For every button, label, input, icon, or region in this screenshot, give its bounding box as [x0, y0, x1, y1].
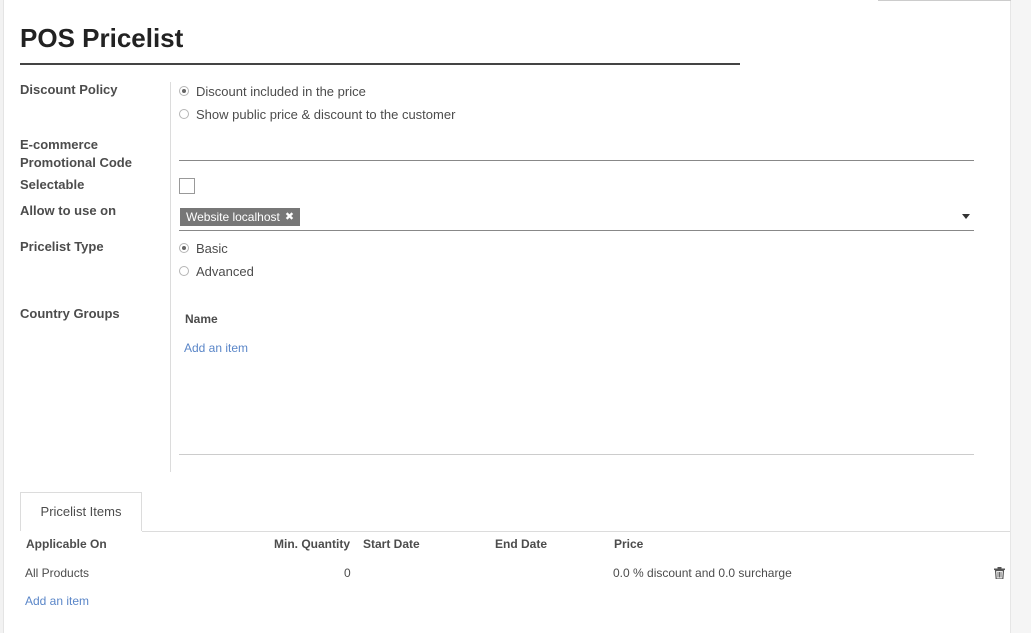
country-groups-name-header[interactable]: Name — [185, 312, 218, 326]
radio-selected-icon — [179, 86, 189, 96]
promo-code-input[interactable] — [179, 160, 974, 161]
trash-icon[interactable] — [994, 567, 1005, 579]
pricelist-type-label: Pricelist Type — [20, 239, 104, 254]
discount-included-radio[interactable]: Discount included in the price — [179, 82, 366, 100]
scrollbar[interactable] — [1010, 0, 1031, 633]
label-column-divider — [170, 82, 171, 472]
tab-bar-border — [142, 531, 1010, 532]
radio-label: Advanced — [196, 263, 254, 279]
selectable-checkbox[interactable] — [179, 178, 195, 194]
radio-unselected-icon — [179, 109, 189, 119]
column-header-min-quantity[interactable]: Min. Quantity — [274, 537, 350, 551]
country-groups-bottom-border — [179, 454, 974, 455]
radio-unselected-icon — [179, 266, 189, 276]
remove-tag-icon[interactable]: ✖ — [285, 208, 294, 226]
radio-selected-icon — [179, 243, 189, 253]
promo-code-label-line1: E-commerce — [20, 137, 99, 152]
pricelist-items-add-item-link[interactable]: Add an item — [25, 594, 89, 608]
column-header-applicable-on[interactable]: Applicable On — [26, 537, 107, 551]
radio-label: Show public price & discount to the cust… — [196, 106, 456, 122]
promo-code-label-line2: Promotional Code — [20, 155, 132, 170]
chevron-down-icon[interactable] — [962, 214, 970, 219]
cell-min-quantity[interactable]: 0 — [344, 566, 351, 580]
cell-price[interactable]: 0.0 % discount and 0.0 surcharge — [613, 566, 792, 580]
advanced-radio[interactable]: Advanced — [179, 262, 254, 280]
tab-pricelist-items[interactable]: Pricelist Items — [20, 492, 142, 531]
country-groups-add-item-link[interactable]: Add an item — [184, 341, 248, 355]
left-panel-edge — [0, 0, 4, 633]
country-groups-label: Country Groups — [20, 306, 120, 321]
discount-policy-label: Discount Policy — [20, 82, 118, 97]
show-public-price-radio[interactable]: Show public price & discount to the cust… — [179, 105, 455, 123]
allow-to-use-on-input[interactable] — [179, 230, 974, 231]
tag-label: Website localhost — [186, 210, 280, 224]
radio-label: Discount included in the price — [196, 83, 366, 99]
title-underline — [20, 63, 740, 65]
basic-radio[interactable]: Basic — [179, 239, 228, 257]
selectable-label: Selectable — [20, 177, 85, 192]
page-title: POS Pricelist — [20, 23, 184, 53]
column-header-price[interactable]: Price — [614, 537, 643, 551]
top-edge — [878, 0, 1011, 1]
radio-label: Basic — [196, 240, 228, 256]
website-tag: Website localhost ✖ — [180, 208, 301, 226]
cell-applicable-on[interactable]: All Products — [25, 566, 89, 580]
allow-to-use-on-label: Allow to use on — [20, 203, 117, 218]
column-header-start-date[interactable]: Start Date — [363, 537, 420, 551]
column-header-end-date[interactable]: End Date — [495, 537, 547, 551]
